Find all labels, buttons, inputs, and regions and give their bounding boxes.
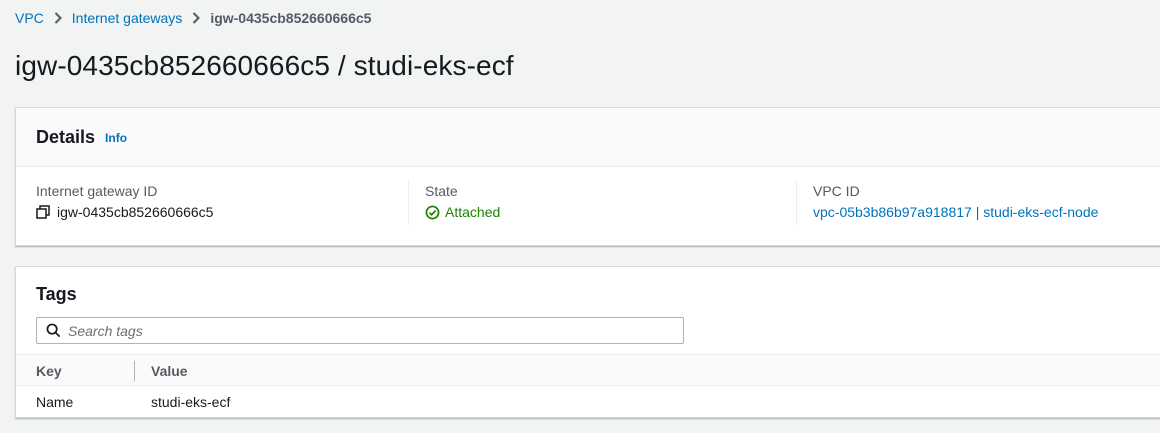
details-body: Internet gateway ID igw-0435cb852660666c… xyxy=(16,167,1160,246)
vpc-id-link[interactable]: vpc-05b3b86b97a918817 | studi-eks-ecf-no… xyxy=(813,204,1098,220)
search-icon xyxy=(46,323,61,338)
page-title: igw-0435cb852660666c5 / studi-eks-ecf xyxy=(15,50,514,81)
search-tags-input[interactable] xyxy=(68,322,648,339)
tag-value-cell: studi-eks-ecf xyxy=(151,394,231,410)
tags-header: Tags xyxy=(16,267,1160,315)
column-divider xyxy=(408,181,409,225)
column-header-value[interactable]: Value xyxy=(151,363,188,379)
state-label: State xyxy=(425,183,458,199)
column-resize-handle[interactable] xyxy=(134,361,135,381)
igw-id-label: Internet gateway ID xyxy=(36,183,158,199)
state-value: Attached xyxy=(445,204,501,220)
details-heading: Details xyxy=(36,126,96,147)
details-panel: Details Info Internet gateway ID igw-043… xyxy=(15,107,1160,246)
tags-table-header: Key Value xyxy=(16,354,1160,386)
info-link[interactable]: Info xyxy=(105,131,127,145)
tags-panel: Tags Key Value Name studi-eks-ecf xyxy=(15,266,1160,418)
table-row: Name studi-eks-ecf xyxy=(16,386,1160,418)
copy-icon[interactable] xyxy=(36,205,50,219)
state-field: State Attached xyxy=(425,183,500,220)
check-circle-icon xyxy=(425,205,440,220)
vpc-id-value-row: vpc-05b3b86b97a918817 | studi-eks-ecf-no… xyxy=(813,204,1098,220)
tag-key-cell: Name xyxy=(36,394,74,410)
vpc-id-field: VPC ID vpc-05b3b86b97a918817 | studi-eks… xyxy=(813,183,1098,220)
column-header-key[interactable]: Key xyxy=(36,363,62,379)
breadcrumb-link-internet-gateways[interactable]: Internet gateways xyxy=(72,10,183,26)
details-header: Details Info xyxy=(16,108,1160,167)
tags-heading: Tags xyxy=(36,283,77,304)
breadcrumb-current: igw-0435cb852660666c5 xyxy=(210,10,372,26)
tags-table: Key Value Name studi-eks-ecf xyxy=(16,354,1160,418)
column-divider xyxy=(796,181,797,225)
breadcrumb-link-vpc[interactable]: VPC xyxy=(15,10,44,26)
chevron-right-icon xyxy=(192,12,201,24)
breadcrumb: VPC Internet gateways igw-0435cb85266066… xyxy=(15,9,371,27)
state-value-row: Attached xyxy=(425,204,500,220)
vpc-id-label: VPC ID xyxy=(813,183,860,199)
igw-id-value: igw-0435cb852660666c5 xyxy=(57,204,214,220)
igw-id-value-row: igw-0435cb852660666c5 xyxy=(36,204,213,220)
search-tags-box[interactable] xyxy=(36,317,684,344)
igw-id-field: Internet gateway ID igw-0435cb852660666c… xyxy=(36,183,213,220)
chevron-right-icon xyxy=(54,12,62,24)
